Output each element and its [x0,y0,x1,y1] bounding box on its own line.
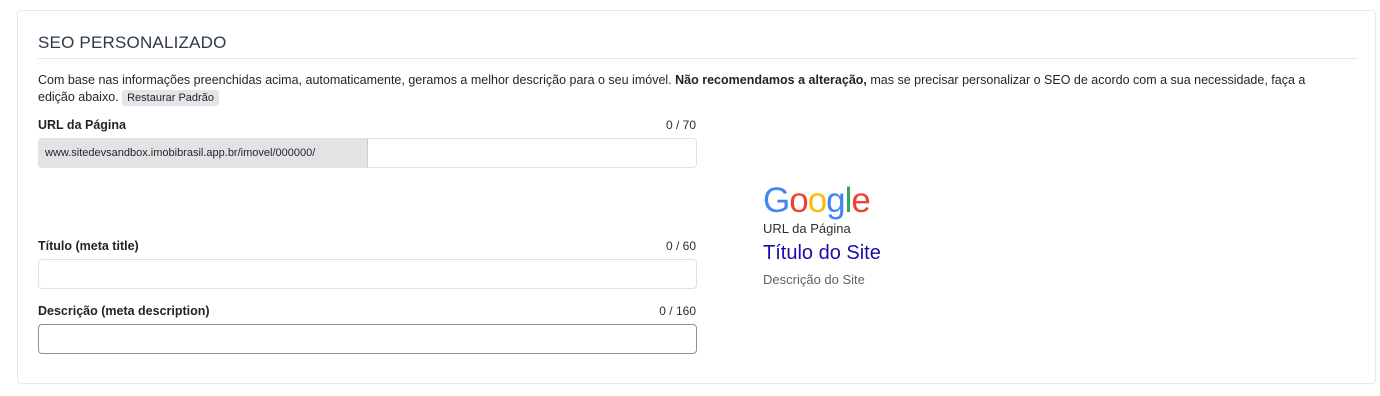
google-logo-letter: o [789,181,808,220]
preview-url: URL da Página [763,221,851,236]
google-logo-letter: G [763,181,790,220]
divider [38,58,1358,59]
intro-warning: Não recomendamos a alteração, [675,73,867,87]
meta-title-input[interactable] [38,259,697,289]
preview-title: Título do Site [763,242,881,264]
url-label: URL da Página [38,118,126,132]
title-label: Título (meta title) [38,239,139,253]
intro-text: Com base nas informações preenchidas aci… [38,72,1338,106]
google-preview: Google URL da Página Título do Site Desc… [763,183,881,288]
seo-card: SEO PERSONALIZADO Com base nas informaçõ… [17,10,1376,384]
restore-default-button[interactable]: Restaurar Padrão [122,90,219,106]
google-logo-letter: g [826,181,845,220]
description-counter: 0 / 160 [659,304,696,318]
title-counter: 0 / 60 [665,239,696,253]
description-label: Descrição (meta description) [38,304,210,318]
url-input[interactable] [368,139,696,167]
google-logo-letter: o [807,181,827,220]
intro-text-part-1: Com base nas informações preenchidas aci… [38,73,672,87]
url-field: www.sitedevsandbox.imobibrasil.app.br/im… [38,138,697,168]
google-logo: Google [763,183,881,219]
meta-description-input[interactable] [38,324,697,354]
preview-description: Descrição do Site [763,272,865,287]
google-logo-letter: e [851,181,870,220]
url-prefix: www.sitedevsandbox.imobibrasil.app.br/im… [39,139,368,167]
section-title: SEO PERSONALIZADO [38,33,227,52]
url-counter: 0 / 70 [665,118,696,132]
